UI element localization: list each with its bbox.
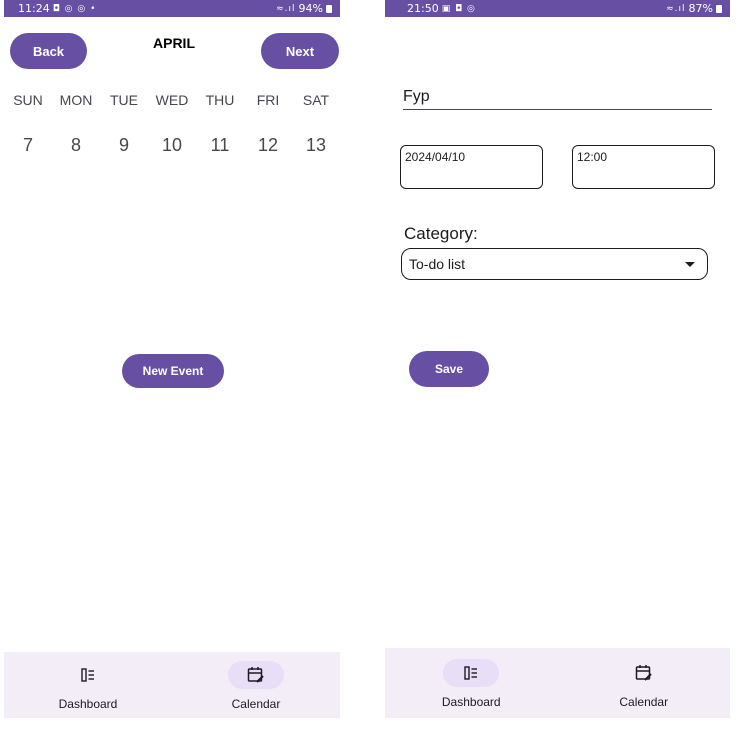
weekday-header: SUN MON TUE WED THU FRI SAT <box>4 92 340 108</box>
battery-level: 87% <box>688 2 713 15</box>
weekday-label: TUE <box>110 92 138 108</box>
date-row: 7 8 9 10 11 12 13 <box>4 135 340 156</box>
bottom-navigation: Dashboard Calendar <box>4 652 340 718</box>
nav-item-calendar[interactable]: Calendar <box>558 659 731 718</box>
new-event-button[interactable]: New Event <box>122 354 224 388</box>
notification-icons: ◘ ◎ ◎ • <box>52 3 97 14</box>
date-cell[interactable]: 7 <box>4 135 52 156</box>
weekday-label: THU <box>205 92 235 108</box>
back-button[interactable]: Back <box>10 33 87 69</box>
nav-label-dashboard: Dashboard <box>58 697 118 711</box>
calendar-screen: 11:24 ◘ ◎ ◎ • ≈.ıl 94% Back APRIL Next S… <box>4 0 340 722</box>
weekday-label: SUN <box>13 92 43 108</box>
nav-item-dashboard[interactable]: Dashboard <box>4 661 172 718</box>
nav-indicator <box>60 661 116 689</box>
bottom-navigation: Dashboard Calendar <box>385 648 730 718</box>
date-cell[interactable]: 9 <box>100 135 148 156</box>
signal-icon: ≈.ıl <box>666 3 686 14</box>
nav-item-calendar[interactable]: Calendar <box>172 661 340 718</box>
status-time: 21:50 <box>407 2 439 15</box>
status-bar: 11:24 ◘ ◎ ◎ • ≈.ıl 94% <box>4 0 340 17</box>
category-dropdown[interactable]: To-do list <box>401 248 708 280</box>
event-title-input[interactable]: Fyp <box>403 86 712 110</box>
date-field[interactable]: 2024/04/10 <box>400 145 543 189</box>
weekday-label: MON <box>59 92 93 108</box>
nav-indicator <box>616 659 672 687</box>
date-cell[interactable]: 8 <box>52 135 100 156</box>
nav-label-calendar: Calendar <box>619 695 669 709</box>
status-time: 11:24 <box>18 2 50 15</box>
time-field[interactable]: 12:00 <box>572 145 715 189</box>
status-bar: 21:50 ▣ ◘ ◎ ≈.ıl 87% <box>385 0 730 17</box>
battery-icon <box>326 4 332 13</box>
nav-indicator <box>228 661 284 689</box>
battery-icon <box>716 4 722 13</box>
month-title: APRIL <box>153 35 195 51</box>
calendar-edit-icon <box>635 665 652 681</box>
nav-label-dashboard: Dashboard <box>441 695 501 709</box>
calendar-edit-icon <box>247 667 264 683</box>
weekday-label: FRI <box>256 92 280 108</box>
event-form-screen: 21:50 ▣ ◘ ◎ ≈.ıl 87% Fyp 2024/04/10 12:0… <box>385 0 730 722</box>
date-cell[interactable]: 12 <box>244 135 292 156</box>
dashboard-icon <box>81 668 94 682</box>
dashboard-icon <box>464 666 478 680</box>
nav-indicator <box>443 659 500 687</box>
nav-label-calendar: Calendar <box>231 697 281 711</box>
weekday-label: SAT <box>302 92 330 108</box>
date-cell[interactable]: 13 <box>292 135 340 156</box>
signal-icon: ≈.ıl <box>276 3 296 14</box>
category-label: Category: <box>404 224 478 243</box>
chevron-down-icon <box>685 261 695 267</box>
date-cell[interactable]: 10 <box>148 135 196 156</box>
notification-icons: ▣ ◘ ◎ <box>441 3 476 14</box>
nav-item-dashboard[interactable]: Dashboard <box>385 659 558 718</box>
next-button[interactable]: Next <box>261 33 339 69</box>
save-button[interactable]: Save <box>409 351 489 387</box>
weekday-label: WED <box>155 92 189 108</box>
date-cell[interactable]: 11 <box>196 135 244 156</box>
battery-level: 94% <box>298 2 323 15</box>
category-value: To-do list <box>409 256 466 272</box>
